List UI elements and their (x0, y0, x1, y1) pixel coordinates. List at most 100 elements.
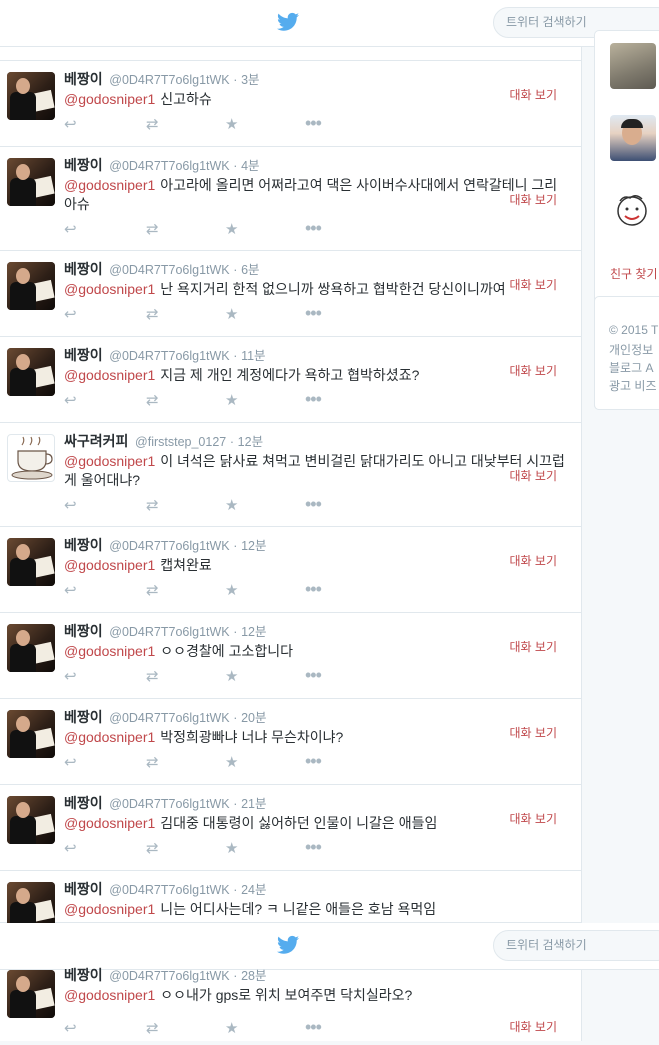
mention-link[interactable]: @godosniper1 (64, 367, 155, 383)
user-display-name[interactable]: 베짱이 (64, 537, 103, 553)
more-icon[interactable]: ••• (305, 219, 322, 237)
user-display-name[interactable]: 베짱이 (64, 795, 103, 811)
more-icon[interactable]: ••• (305, 752, 322, 770)
mention-link[interactable]: @godosniper1 (64, 557, 155, 573)
user-avatar[interactable] (7, 158, 55, 206)
view-conversation-link[interactable]: 대화 보기 (510, 724, 558, 741)
user-display-name[interactable]: 싸구려커피 (64, 433, 128, 449)
twitter-bird-icon[interactable] (277, 12, 299, 32)
star-icon[interactable]: ★ (225, 841, 238, 857)
tweet-timestamp[interactable]: 24분 (241, 883, 266, 897)
user-handle[interactable]: @firststep_0127 (135, 435, 226, 449)
retweet-icon[interactable]: ⇄ (146, 498, 159, 514)
user-display-name[interactable]: 베짱이 (64, 261, 103, 277)
user-avatar[interactable] (7, 624, 55, 672)
suggested-user-avatar[interactable] (610, 43, 656, 89)
star-icon[interactable]: ★ (225, 755, 238, 771)
user-avatar[interactable] (7, 348, 55, 396)
tweet-timestamp[interactable]: 12분 (241, 625, 266, 639)
mention-link[interactable]: @godosniper1 (64, 91, 155, 107)
user-display-name[interactable]: 베짱이 (64, 881, 103, 897)
footer-link[interactable]: 블로그 A (609, 359, 653, 376)
star-icon[interactable]: ★ (225, 669, 238, 685)
retweet-icon[interactable]: ⇄ (146, 307, 159, 323)
tweet-timestamp[interactable]: 11분 (241, 349, 265, 363)
tweet-timestamp[interactable]: 12분 (238, 435, 263, 449)
user-handle[interactable]: @0D4R7T7o6lg1tWK (109, 625, 229, 639)
more-icon[interactable]: ••• (305, 114, 322, 132)
star-icon[interactable]: ★ (225, 583, 238, 599)
tweet[interactable]: 베짱이 @0D4R7T7o6lg1tWK · 6분 @godosniper1 난 … (0, 251, 581, 337)
user-avatar[interactable] (7, 434, 55, 482)
star-icon[interactable]: ★ (225, 1021, 238, 1037)
user-avatar[interactable] (7, 710, 55, 758)
view-conversation-link[interactable]: 대화 보기 (510, 638, 558, 655)
mention-link[interactable]: @godosniper1 (64, 177, 155, 193)
reply-icon[interactable]: ↩ (64, 393, 77, 409)
retweet-icon[interactable]: ⇄ (146, 669, 159, 685)
find-friends-link[interactable]: 친구 찾기 (610, 265, 658, 282)
tweet-timestamp[interactable]: 4분 (241, 159, 259, 173)
user-avatar[interactable] (7, 796, 55, 844)
tweet[interactable]: 베짱이 @0D4R7T7o6lg1tWK · 28분 @godosniper1 ㅇ… (0, 967, 582, 1041)
star-icon[interactable]: ★ (225, 307, 238, 323)
reply-icon[interactable]: ↩ (64, 583, 77, 599)
tweet-timestamp[interactable]: 21분 (241, 797, 266, 811)
user-handle[interactable]: @0D4R7T7o6lg1tWK (109, 539, 229, 553)
mention-link[interactable]: @godosniper1 (64, 815, 155, 831)
more-icon[interactable]: ••• (305, 304, 322, 322)
user-avatar[interactable] (7, 538, 55, 586)
more-icon[interactable]: ••• (305, 390, 322, 408)
reply-icon[interactable]: ↩ (64, 1021, 77, 1037)
reply-icon[interactable]: ↩ (64, 117, 77, 133)
user-handle[interactable]: @0D4R7T7o6lg1tWK (109, 263, 229, 277)
user-display-name[interactable]: 베짱이 (64, 967, 103, 983)
tweet[interactable]: 베짱이 @0D4R7T7o6lg1tWK · 24분 @godosniper1 니… (0, 871, 581, 943)
tweet[interactable]: 베짱이 @0D4R7T7o6lg1tWK · 20분 @godosniper1 박… (0, 699, 581, 785)
view-conversation-link[interactable]: 대화 보기 (510, 810, 558, 827)
retweet-icon[interactable]: ⇄ (146, 117, 159, 133)
user-handle[interactable]: @0D4R7T7o6lg1tWK (109, 159, 229, 173)
view-conversation-link[interactable]: 대화 보기 (510, 362, 558, 379)
tweet[interactable]: 베짱이 @0D4R7T7o6lg1tWK · 11분 @godosniper1 지… (0, 337, 581, 423)
more-icon[interactable]: ••• (305, 666, 322, 684)
tweet-timestamp[interactable]: 20분 (241, 711, 266, 725)
more-icon[interactable]: ••• (305, 495, 322, 513)
mention-link[interactable]: @godosniper1 (64, 987, 155, 1003)
reply-icon[interactable]: ↩ (64, 841, 77, 857)
view-conversation-link[interactable]: 대화 보기 (510, 1018, 558, 1035)
view-conversation-link[interactable]: 대화 보기 (510, 191, 558, 208)
user-handle[interactable]: @0D4R7T7o6lg1tWK (109, 711, 229, 725)
mention-link[interactable]: @godosniper1 (64, 281, 155, 297)
view-conversation-link[interactable]: 대화 보기 (510, 86, 558, 103)
footer-link[interactable]: 개인정보 (609, 341, 653, 358)
reply-icon[interactable]: ↩ (64, 755, 77, 771)
tweet-timestamp[interactable]: 12분 (241, 539, 266, 553)
tweet[interactable]: 베짱이 @0D4R7T7o6lg1tWK · 4분 @godosniper1 아고… (0, 147, 581, 251)
more-icon[interactable]: ••• (305, 1018, 322, 1036)
tweet-timestamp[interactable]: 6분 (241, 263, 259, 277)
user-avatar[interactable] (7, 72, 55, 120)
user-display-name[interactable]: 베짱이 (64, 709, 103, 725)
tweet[interactable]: 싸구려커피 @firststep_0127 · 12분 @godosniper1… (0, 423, 581, 527)
retweet-icon[interactable]: ⇄ (146, 1021, 159, 1037)
reply-icon[interactable]: ↩ (64, 222, 77, 238)
retweet-icon[interactable]: ⇄ (146, 393, 159, 409)
search-input[interactable]: 트위터 검색하기 (493, 930, 659, 961)
suggested-user-avatar[interactable] (610, 115, 656, 161)
reply-icon[interactable]: ↩ (64, 669, 77, 685)
retweet-icon[interactable]: ⇄ (146, 222, 159, 238)
user-display-name[interactable]: 베짱이 (64, 157, 103, 173)
user-handle[interactable]: @0D4R7T7o6lg1tWK (109, 883, 229, 897)
star-icon[interactable]: ★ (225, 117, 238, 133)
reply-icon[interactable]: ↩ (64, 307, 77, 323)
mention-link[interactable]: @godosniper1 (64, 901, 155, 917)
user-handle[interactable]: @0D4R7T7o6lg1tWK (109, 797, 229, 811)
tweet-timestamp[interactable]: 3분 (241, 73, 259, 87)
user-handle[interactable]: @0D4R7T7o6lg1tWK (109, 73, 229, 87)
suggested-user-avatar[interactable] (610, 191, 656, 237)
mention-link[interactable]: @godosniper1 (64, 729, 155, 745)
tweet-timestamp[interactable]: 28분 (241, 969, 266, 983)
user-display-name[interactable]: 베짱이 (64, 71, 103, 87)
twitter-bird-icon[interactable] (277, 935, 299, 955)
